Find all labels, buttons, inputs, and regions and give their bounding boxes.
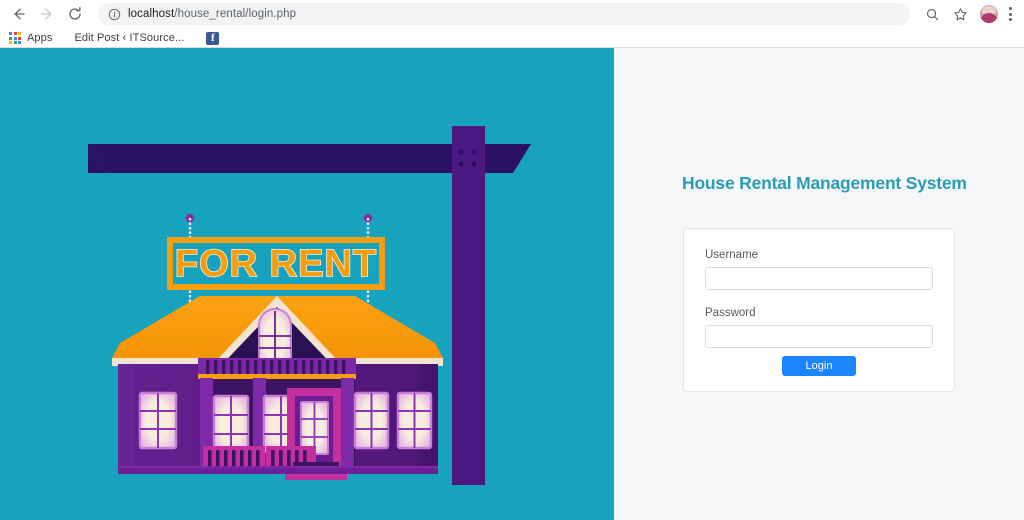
apps-label: Apps <box>27 32 53 44</box>
page-content: FOR RENT House Rental Management System … <box>0 48 1024 520</box>
star-bookmark-icon[interactable] <box>948 2 972 26</box>
reload-icon[interactable] <box>62 1 88 27</box>
window-right-outer <box>396 391 433 450</box>
three-dot-menu-icon[interactable] <box>1002 4 1018 24</box>
url-host: localhost <box>128 8 175 20</box>
bookmark-item-edit-post[interactable]: Edit Post ‹ ITSource... <box>74 29 184 47</box>
browser-toolbar: localhost/house_rental/login.php <box>0 0 1024 28</box>
for-rent-sign-text: FOR RENT <box>175 243 377 285</box>
info-circle-icon[interactable] <box>108 8 121 21</box>
bookmark-item-facebook[interactable]: f <box>206 29 220 47</box>
apps-shortcut[interactable]: Apps <box>9 29 52 47</box>
login-panel: House Rental Management System Username … <box>614 48 1024 520</box>
house-for-rent-illustration: FOR RENT <box>88 126 531 485</box>
browser-window: localhost/house_rental/login.php Apps Ed… <box>0 0 1024 520</box>
url-path: /house_rental/login.php <box>174 8 297 20</box>
bookmark-label: Edit Post ‹ ITSource... <box>74 32 185 44</box>
forward-arrow-icon[interactable] <box>34 1 60 27</box>
address-bar-text: localhost/house_rental/login.php <box>128 8 296 20</box>
profile-avatar[interactable] <box>980 5 998 23</box>
window-right-inner <box>353 391 390 450</box>
page-title: House Rental Management System <box>682 173 967 193</box>
toolbar-icons <box>916 2 1024 26</box>
window-left-outer <box>138 391 178 450</box>
username-input[interactable] <box>705 267 933 290</box>
search-icon[interactable] <box>920 2 944 26</box>
back-arrow-icon[interactable] <box>6 1 32 27</box>
login-button[interactable]: Login <box>782 356 856 376</box>
bookmarks-bar: Apps Edit Post ‹ ITSource... f <box>0 28 1024 48</box>
window-porch-left <box>212 394 250 454</box>
password-input[interactable] <box>705 325 933 348</box>
username-label: Username <box>705 249 759 261</box>
facebook-icon: f <box>206 31 220 45</box>
password-label: Password <box>705 307 756 319</box>
illustration-panel: FOR RENT <box>0 48 614 520</box>
address-bar[interactable]: localhost/house_rental/login.php <box>98 3 910 25</box>
login-card: Username Password Login <box>683 228 955 392</box>
browser-chrome: localhost/house_rental/login.php Apps Ed… <box>0 0 1024 48</box>
apps-grid-icon <box>9 32 21 44</box>
